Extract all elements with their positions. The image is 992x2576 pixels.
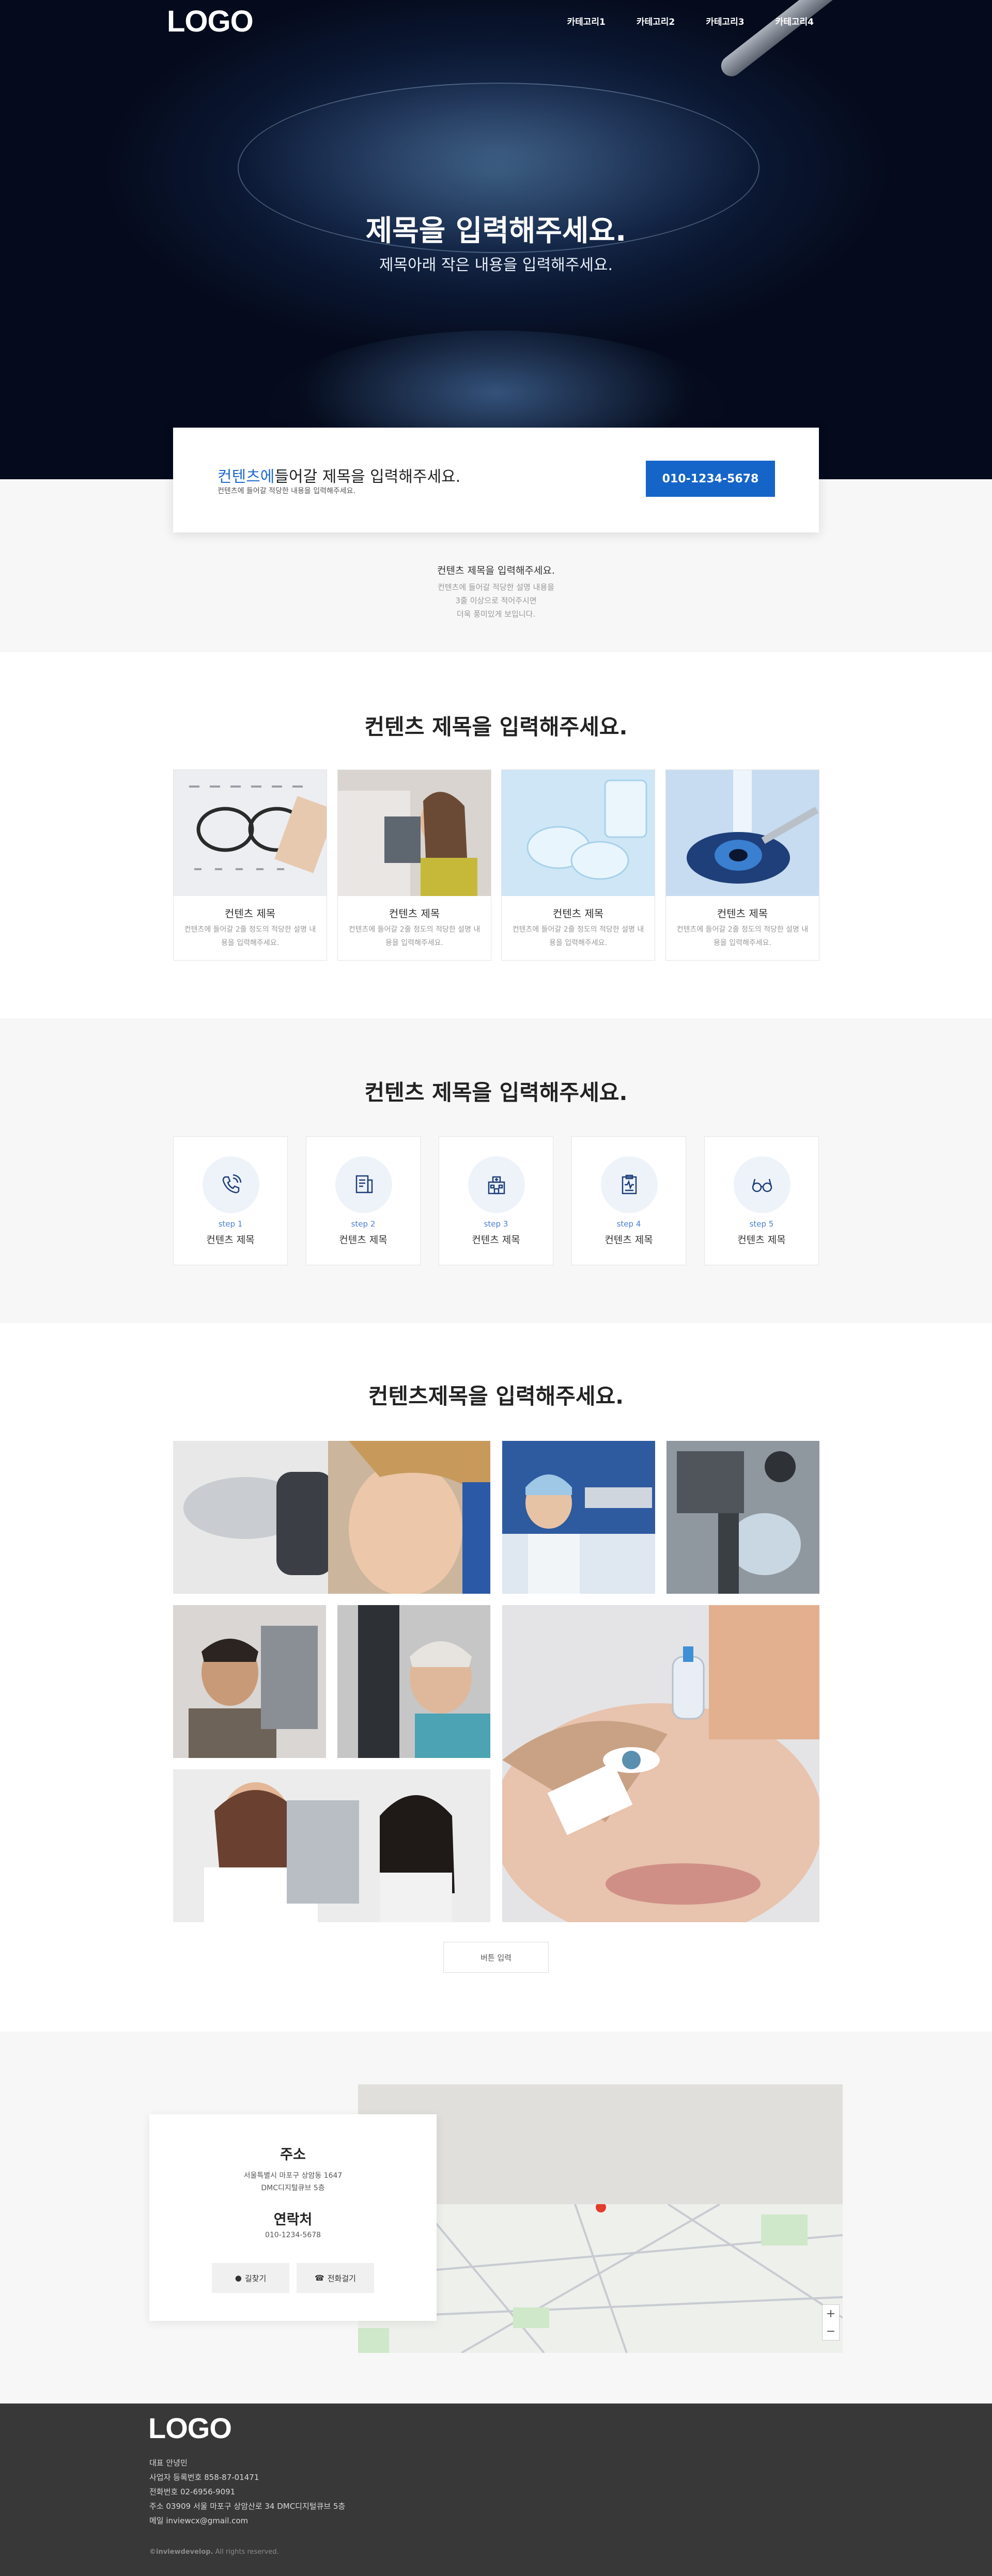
step-title: 컨텐츠 제목 (737, 1234, 786, 1246)
content-card[interactable]: 컨텐츠 제목 컨텐츠에 들어갈 2줄 정도의 적당한 설명 내용을 입력해주세요… (665, 769, 819, 961)
notice-heading: 컨텐츠 제목을 입력해주세요. (437, 565, 555, 576)
nav-item-3[interactable]: 카테고리3 (706, 14, 744, 27)
tweezer-image (717, 0, 958, 81)
gallery-image-eye-exam-girl[interactable] (173, 1441, 490, 1594)
glasses-icon (734, 1156, 791, 1213)
contact-bar-title-highlight: 컨텐츠에 (218, 468, 275, 486)
contact-phone: 010-1234-5678 (265, 2231, 321, 2239)
card-title: 컨텐츠 제목 (224, 907, 276, 920)
address-line-2: DMC디지털큐브 5층 (261, 2184, 325, 2192)
step-card-3[interactable]: step 3 컨텐츠 제목 (439, 1136, 553, 1265)
gallery-image-man-eye-exam[interactable] (173, 1605, 326, 1758)
laser-eye-image (666, 770, 819, 896)
logo[interactable]: LOGO (167, 4, 254, 39)
step-card-5[interactable]: step 5 컨텐츠 제목 (704, 1136, 819, 1265)
hero-title: 제목을 입력해주세요. (365, 214, 627, 248)
footer-copyright: ©inviewdevelop. All rights reserved. (149, 2548, 279, 2556)
step-title: 컨텐츠 제목 (472, 1234, 520, 1246)
gallery-image-microscope[interactable] (667, 1441, 819, 1594)
contact-lens-case-image (502, 770, 655, 896)
hero-section: LOGO 카테고리1 카테고리2 카테고리3 카테고리4 제목을 입력해주세요.… (0, 0, 992, 479)
content-card[interactable]: 컨텐츠 제목 컨텐츠에 들어갈 2줄 정도의 적당한 설명 내용을 입력해주세요… (173, 769, 327, 961)
contact-bar-subtitle: 컨텐츠에 들어갈 적당한 내용을 입력해주세요. (218, 487, 355, 495)
zoom-in-icon[interactable]: + (826, 2307, 835, 2320)
content-card[interactable]: 컨텐츠 제목 컨텐츠에 들어갈 2줄 정도의 적당한 설명 내용을 입력해주세요… (501, 769, 655, 961)
step-title: 컨텐츠 제목 (206, 1234, 255, 1246)
eye-chart-glasses-image (174, 770, 327, 896)
footer-phone: 전화번호 02-6956-9091 (149, 2487, 236, 2496)
section1-title: 컨텐츠 제목을 입력해주세요. (364, 714, 628, 740)
copyright-rest: All rights reserved. (213, 2548, 279, 2556)
zoom-out-icon[interactable]: − (826, 2325, 835, 2338)
gallery-image-elderly-exam[interactable] (337, 1605, 490, 1758)
step-number: step 5 (749, 1219, 774, 1229)
gallery-image-surgeon[interactable] (502, 1441, 655, 1594)
step-title: 컨텐츠 제목 (605, 1234, 653, 1246)
gallery-image-eye-drops[interactable] (502, 1605, 819, 1922)
contact-bar-title: 컨텐츠에들어갈 제목을 입력해주세요. (218, 464, 460, 486)
contact-heading: 연락처 (273, 2212, 313, 2228)
document-icon (335, 1156, 392, 1213)
footer-logo[interactable]: LOGO (148, 2411, 232, 2445)
step-number: step 3 (484, 1219, 508, 1229)
nav-item-2[interactable]: 카테고리2 (637, 14, 675, 27)
step-card-1[interactable]: step 1 컨텐츠 제목 (173, 1136, 288, 1265)
call-button-label: 전화걸기 (327, 2273, 356, 2283)
notice-line-3: 더욱 풍미있게 보입니다. (456, 609, 536, 619)
step-number: step 4 (616, 1219, 641, 1229)
footer-email: 메일 inviewcx@gmail.com (149, 2516, 249, 2525)
footer: LOGO 대표 안녕민 사업자 등록번호 858-87-01471 전화번호 0… (0, 2404, 992, 2576)
card-description: 컨텐츠에 들어갈 2줄 정도의 적당한 설명 내용을 입력해주세요. (676, 925, 809, 947)
phone-icon (203, 1156, 259, 1213)
contact-bar: 컨텐츠에들어갈 제목을 입력해주세요. 컨텐츠에 들어갈 적당한 내용을 입력해… (173, 428, 819, 532)
contact-bar-title-rest: 들어갈 제목을 입력해주세요. (274, 468, 461, 486)
address-heading: 주소 (280, 2147, 306, 2163)
footer-business-number: 사업자 등록번호 858-87-01471 (149, 2473, 259, 2482)
map-zoom-controls: + − (822, 2304, 840, 2341)
step-card-4[interactable]: step 4 컨텐츠 제목 (571, 1136, 686, 1265)
call-button[interactable]: ☎ 전화걸기 (297, 2263, 374, 2293)
section3-title: 컨텐츠제목을 입력해주세요. (368, 1384, 624, 1409)
step-number: step 1 (218, 1219, 243, 1229)
more-button[interactable]: 버튼 입력 (443, 1942, 549, 1973)
address-line-1: 서울특별시 마포구 상암동 1647 (243, 2172, 343, 2180)
location-pin-icon: ● (235, 2273, 242, 2283)
nav-item-4[interactable]: 카테고리4 (776, 14, 814, 27)
hospital-icon (468, 1156, 525, 1213)
notice-line-2: 3줄 이상으로 적어주시면 (455, 596, 537, 605)
eye-exam-woman-image (338, 770, 491, 896)
nav-item-1[interactable]: 카테고리1 (567, 14, 605, 27)
hero-subtitle: 제목아래 작은 내용을 입력해주세요. (379, 256, 613, 274)
step-card-2[interactable]: step 2 컨텐츠 제목 (306, 1136, 421, 1265)
route-button-label: 길찾기 (244, 2273, 267, 2283)
copyright-brand: ©inviewdevelop. (149, 2548, 213, 2556)
notice-line-1: 컨텐츠에 들어갈 적당한 설명 내용을 (437, 583, 555, 592)
step-number: step 2 (351, 1219, 376, 1229)
phone-icon: ☎ (315, 2273, 324, 2283)
card-title: 컨텐츠 제목 (552, 907, 604, 920)
clipboard-icon (601, 1156, 658, 1213)
card-title: 컨텐츠 제목 (389, 907, 440, 920)
card-title: 컨텐츠 제목 (717, 907, 768, 920)
location-info-box: 주소 서울특별시 마포구 상암동 1647 DMC디지털큐브 5층 연락처 01… (149, 2114, 437, 2321)
step-title: 컨텐츠 제목 (339, 1234, 388, 1246)
gallery-image-optometrist[interactable] (173, 1769, 490, 1922)
route-button[interactable]: ● 길찾기 (212, 2263, 289, 2293)
footer-address: 주소 03909 서울 마포구 상암산로 34 DMC디지털큐브 5층 (149, 2502, 346, 2511)
card-description: 컨텐츠에 들어갈 2줄 정도의 적당한 설명 내용을 입력해주세요. (184, 925, 316, 947)
card-description: 컨텐츠에 들어갈 2줄 정도의 적당한 설명 내용을 입력해주세요. (348, 925, 481, 947)
phone-button[interactable]: 010-1234-5678 (646, 461, 775, 497)
footer-ceo: 대표 안녕민 (149, 2458, 188, 2468)
card-description: 컨텐츠에 들어갈 2줄 정도의 적당한 설명 내용을 입력해주세요. (512, 925, 644, 947)
content-card[interactable]: 컨텐츠 제목 컨텐츠에 들어갈 2줄 정도의 적당한 설명 내용을 입력해주세요… (337, 769, 491, 961)
section2-title: 컨텐츠 제목을 입력해주세요. (364, 1080, 628, 1105)
main-nav: 카테고리1 카테고리2 카테고리3 카테고리4 (567, 14, 814, 27)
